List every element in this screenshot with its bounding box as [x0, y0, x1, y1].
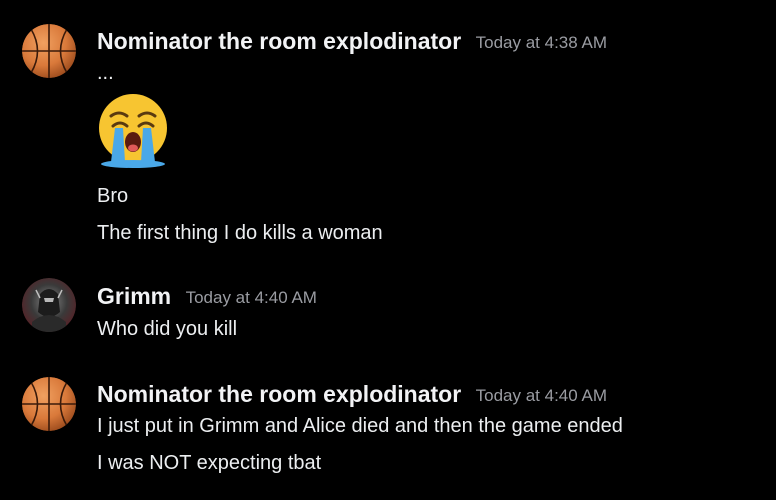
- message-text: Who did you kill: [97, 318, 238, 340]
- message-header: Nominator the room explodinator Today at…: [97, 28, 607, 55]
- username[interactable]: Nominator the room explodinator: [97, 28, 461, 54]
- basketball-icon: [22, 24, 76, 78]
- username[interactable]: Nominator the room explodinator: [97, 381, 461, 407]
- message-text: Bro: [97, 185, 129, 207]
- timestamp[interactable]: Today at 4:40 AM: [186, 288, 317, 307]
- avatar[interactable]: [22, 377, 76, 431]
- username[interactable]: Grimm: [97, 283, 171, 309]
- message-text: I just put in Grimm and Alice died and t…: [97, 415, 623, 437]
- avatar[interactable]: [22, 24, 76, 78]
- message-header: Grimm Today at 4:40 AM: [97, 283, 317, 310]
- timestamp[interactable]: Today at 4:38 AM: [476, 33, 607, 52]
- basketball-icon: [22, 377, 76, 431]
- message-text: ...: [97, 62, 114, 84]
- chat-messages: Nominator the room explodinator Today at…: [0, 0, 776, 500]
- avatar[interactable]: [22, 278, 76, 332]
- loudly-crying-face-icon: [99, 94, 167, 168]
- message-text: The first thing I do kills a woman: [97, 222, 383, 244]
- dark-knight-avatar-icon: [22, 278, 76, 332]
- timestamp[interactable]: Today at 4:40 AM: [476, 386, 607, 405]
- message-text: I was NOT expecting tbat: [97, 452, 322, 474]
- message-header: Nominator the room explodinator Today at…: [97, 381, 607, 408]
